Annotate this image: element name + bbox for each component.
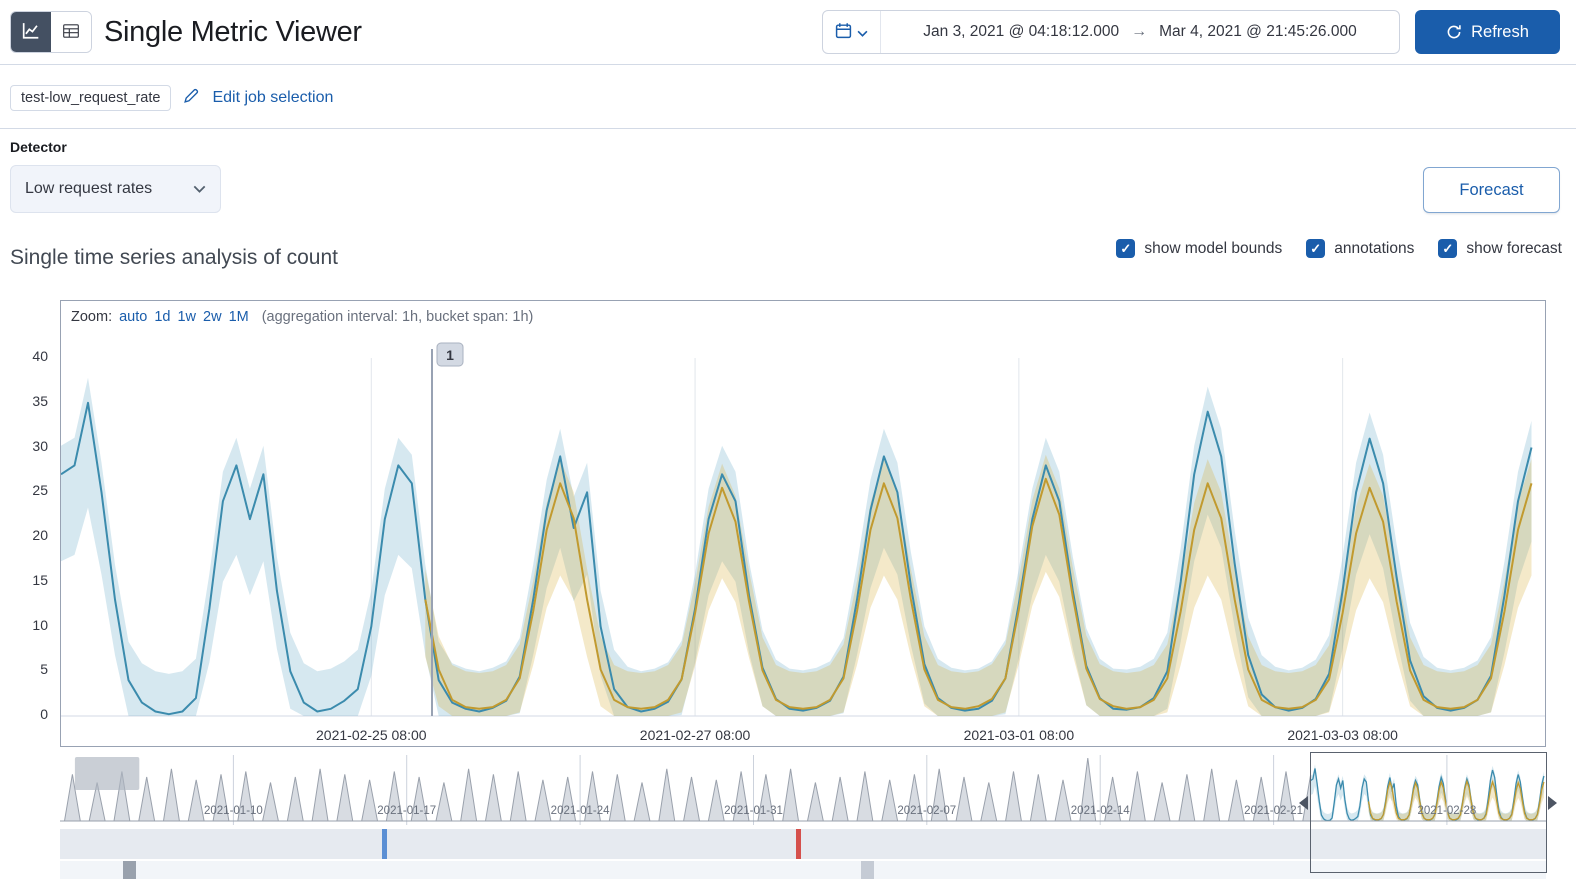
brush-left-handle[interactable] [1299, 796, 1308, 810]
start-date-button[interactable]: Jan 3, 2021 @ 04:18:12.000 [923, 23, 1119, 41]
context-date-label: 2021-02-14 [1071, 805, 1130, 817]
x-axis-label: 2021-02-27 08:00 [640, 727, 751, 743]
header-divider [0, 64, 1576, 65]
y-axis-label: 0 [40, 706, 48, 722]
context-date-label: 2021-01-10 [204, 805, 263, 817]
detector-selected-value: Low request rates [25, 180, 153, 197]
pencil-icon [183, 87, 200, 109]
table-view-button[interactable] [51, 12, 91, 52]
swimlane-cell[interactable] [861, 861, 875, 879]
context-date-label: 2021-02-21 [1244, 805, 1303, 817]
arrow-right-icon: → [1131, 23, 1148, 40]
end-date-button[interactable]: Mar 4, 2021 @ 21:45:26.000 [1159, 23, 1357, 41]
chart-options: ✓ show model bounds ✓ annotations ✓ show… [1116, 239, 1562, 258]
y-axis-label: 10 [32, 616, 48, 633]
checkbox-checked-icon: ✓ [1306, 239, 1326, 258]
model-bounds-area [61, 377, 1532, 716]
annotation-marker[interactable] [796, 829, 801, 859]
y-axis-label: 40 [32, 348, 48, 364]
series-title: Single time series analysis of count [10, 246, 338, 269]
job-bar-divider [0, 128, 1576, 129]
refresh-button[interactable]: Refresh [1415, 10, 1560, 54]
checkbox-checked-icon: ✓ [1438, 239, 1458, 258]
detector-label: Detector [10, 139, 67, 155]
page-title: Single Metric Viewer [104, 15, 362, 48]
chevron-down-icon [193, 180, 206, 198]
header: Single Metric Viewer Jan 3, 2021 @ 04:18… [0, 0, 1576, 64]
zoom-link-1d[interactable]: 1d [154, 309, 170, 325]
aggregation-info: (aggregation interval: 1h, bucket span: … [261, 309, 534, 325]
zoom-link-2w[interactable]: 2w [203, 309, 222, 325]
time-range-picker: Jan 3, 2021 @ 04:18:12.000 → Mar 4, 2021… [822, 10, 1400, 54]
y-axis-label: 35 [32, 392, 48, 409]
edit-job-selection-link[interactable]: Edit job selection [212, 89, 333, 107]
y-axis-label: 20 [32, 527, 48, 543]
refresh-label: Refresh [1471, 22, 1529, 41]
context-selection-brush[interactable] [1310, 752, 1547, 873]
checkbox-label: annotations [1334, 239, 1415, 257]
time-range-display: Jan 3, 2021 @ 04:18:12.000 → Mar 4, 2021… [881, 11, 1399, 53]
annotation-marker[interactable] [382, 829, 388, 859]
detector-select[interactable]: Low request rates [10, 165, 221, 213]
checkbox-show-forecast[interactable]: ✓ show forecast [1438, 239, 1562, 258]
context-date-label: 2021-01-31 [724, 805, 783, 817]
chart-view-button[interactable] [11, 12, 51, 52]
y-axis-label: 15 [32, 571, 48, 588]
context-annotation-region[interactable] [74, 757, 140, 790]
zoom-bar: Zoom: auto 1d 1w 2w 1M (aggregation interval: … [71, 309, 533, 325]
y-axis-label: 25 [32, 482, 48, 499]
checkbox-show-model-bounds[interactable]: ✓ show model bounds [1116, 239, 1282, 258]
checkbox-label: show model bounds [1144, 239, 1283, 257]
main-chart-svg[interactable]: 2021-02-25 08:00 2021-02-27 08:00 2021-03-… [61, 335, 1545, 747]
job-badge[interactable]: test-low_request_rate [10, 85, 172, 111]
zoom-label: Zoom: [71, 309, 113, 325]
calendar-dropdown-button[interactable] [823, 11, 881, 53]
x-axis-label: 2021-03-01 08:00 [964, 727, 1075, 743]
forecast-button[interactable]: Forecast [1423, 167, 1560, 213]
checkbox-label: show forecast [1466, 239, 1562, 257]
table-icon [62, 22, 80, 43]
swimlane-cell[interactable] [123, 861, 137, 879]
context-date-label: 2021-01-24 [551, 805, 610, 817]
calendar-icon [835, 22, 852, 42]
refresh-icon [1446, 24, 1462, 40]
y-axis: 0 5 10 15 20 25 30 35 40 [0, 334, 48, 722]
y-axis-label: 30 [32, 437, 48, 454]
context-date-label: 2021-02-07 [897, 805, 956, 817]
x-axis-label: 2021-03-03 08:00 [1287, 727, 1398, 743]
line-chart-icon [22, 22, 40, 43]
zoom-link-1w[interactable]: 1w [177, 309, 196, 325]
y-axis-label: 5 [40, 661, 48, 678]
view-toggle-group [10, 11, 92, 53]
main-chart-panel: Zoom: auto 1d 1w 2w 1M (aggregation interval: … [60, 300, 1546, 747]
chevron-down-icon [857, 25, 868, 40]
checkbox-annotations[interactable]: ✓ annotations [1306, 239, 1414, 258]
checkbox-checked-icon: ✓ [1116, 239, 1136, 258]
zoom-link-1M[interactable]: 1M [229, 309, 249, 325]
context-date-label: 2021-01-17 [377, 805, 436, 817]
single-metric-viewer-page: Single Metric Viewer Jan 3, 2021 @ 04:18… [0, 0, 1576, 879]
x-axis-label: 2021-02-25 08:00 [316, 727, 427, 743]
brush-right-handle[interactable] [1548, 796, 1557, 810]
job-selection-bar: test-low_request_rate Edit job selection [10, 76, 333, 120]
zoom-link-auto[interactable]: auto [119, 309, 147, 325]
annotation-badge-label: 1 [446, 347, 454, 363]
